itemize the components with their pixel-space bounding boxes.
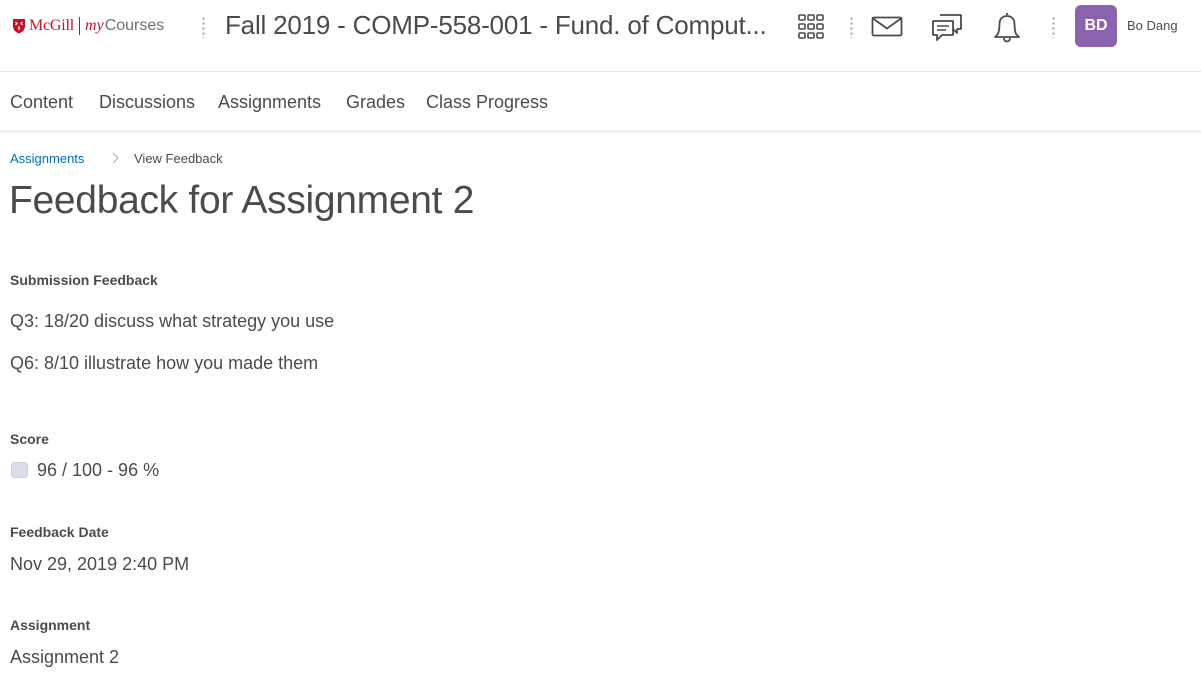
nav-item-content[interactable]: Content — [10, 92, 73, 113]
logo-my-text: my — [85, 17, 104, 34]
feedback-date-value: Nov 29, 2019 2:40 PM — [10, 554, 190, 574]
page-title: Feedback for Assignment 2 — [9, 179, 475, 222]
app-launcher-button[interactable] — [794, 10, 828, 44]
logo-courses-text: Courses — [104, 17, 165, 34]
assignment-label: Assignment — [10, 617, 91, 633]
nav-item-grades[interactable]: Grades — [346, 92, 405, 113]
logo-divider — [79, 17, 81, 35]
header-divider — [202, 16, 205, 38]
top-header: McGill my Courses Fall 2019 - COMP-558-0… — [0, 0, 1201, 72]
user-name[interactable]: Bo Dang — [1127, 18, 1178, 33]
nav-item-class-progress[interactable]: Class Progress — [426, 92, 548, 113]
feedback-date-label: Feedback Date — [10, 524, 109, 540]
chat-button[interactable] — [930, 10, 964, 44]
header-divider — [850, 16, 853, 38]
notifications-button[interactable] — [990, 10, 1024, 44]
chat-icon — [932, 14, 962, 41]
score-indicator — [11, 462, 28, 478]
header-divider — [1052, 16, 1055, 38]
score-value: 96 / 100 - 96 % — [37, 460, 160, 480]
user-avatar[interactable]: BD — [1075, 5, 1117, 47]
breadcrumb-current: View Feedback — [134, 151, 223, 166]
chevron-right-icon — [112, 152, 119, 164]
course-title[interactable]: Fall 2019 - COMP-558-001 - Fund. of Comp… — [225, 10, 767, 41]
mail-button[interactable] — [870, 10, 904, 44]
logo-mcgill-text: McGill — [29, 17, 75, 34]
mycourses-logo[interactable]: McGill my Courses — [12, 14, 164, 38]
nav-item-discussions[interactable]: Discussions — [99, 92, 195, 113]
feedback-line: Q3: 18/20 discuss what strategy you use — [10, 311, 335, 331]
breadcrumb-assignments-link[interactable]: Assignments — [10, 151, 84, 166]
score-label: Score — [10, 431, 49, 447]
app-launcher-icon — [798, 14, 824, 39]
mcgill-crest-icon — [13, 19, 25, 34]
course-navbar: Content Discussions Assignments Grades C… — [0, 72, 1201, 132]
feedback-line: Q6: 8/10 illustrate how you made them — [10, 353, 319, 373]
assignment-value: Assignment 2 — [10, 647, 120, 667]
bell-icon — [994, 13, 1020, 43]
nav-item-assignments[interactable]: Assignments — [218, 92, 321, 113]
mail-icon — [871, 16, 903, 37]
submission-feedback-label: Submission Feedback — [10, 272, 158, 288]
